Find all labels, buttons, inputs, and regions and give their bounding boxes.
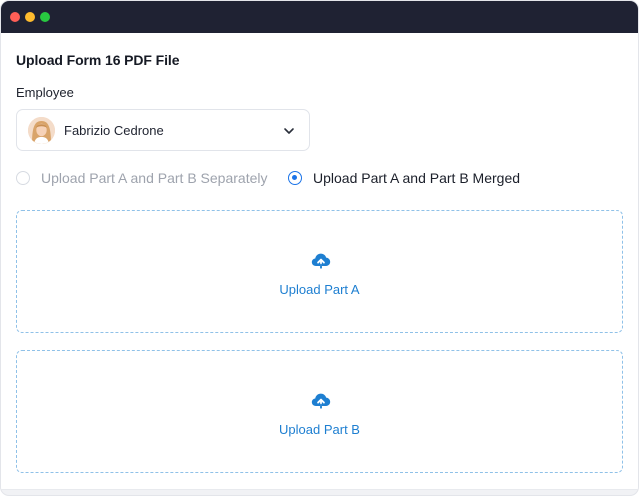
employee-select[interactable]: Fabrizio Cedrone — [16, 109, 310, 151]
close-window-button[interactable] — [10, 12, 20, 22]
user-avatar-icon — [28, 117, 55, 144]
chevron-down-icon — [284, 128, 294, 134]
employee-select-value: Fabrizio Cedrone — [64, 123, 164, 138]
avatar — [28, 117, 55, 144]
app-window: Upload Form 16 PDF File Employee Fabrizi… — [1, 1, 638, 495]
radio-button-merged[interactable] — [288, 171, 302, 185]
cloud-upload-icon — [311, 253, 331, 269]
upload-part-a-dropzone[interactable]: Upload Part A — [16, 210, 623, 333]
upload-part-a-label[interactable]: Upload Part A — [17, 282, 622, 297]
cloud-upload-icon — [311, 393, 331, 409]
maximize-window-button[interactable] — [40, 12, 50, 22]
radio-label-separately: Upload Part A and Part B Separately — [41, 170, 268, 186]
page-title: Upload Form 16 PDF File — [16, 52, 180, 68]
title-bar — [1, 1, 638, 33]
upload-form-panel: Upload Form 16 PDF File Employee Fabrizi… — [1, 33, 638, 490]
radio-button-separately[interactable] — [16, 171, 30, 185]
employee-label: Employee — [16, 85, 74, 100]
radio-label-merged: Upload Part A and Part B Merged — [313, 170, 521, 186]
upload-part-b-dropzone[interactable]: Upload Part B — [16, 350, 623, 473]
minimize-window-button[interactable] — [25, 12, 35, 22]
upload-part-b-label[interactable]: Upload Part B — [17, 422, 622, 437]
